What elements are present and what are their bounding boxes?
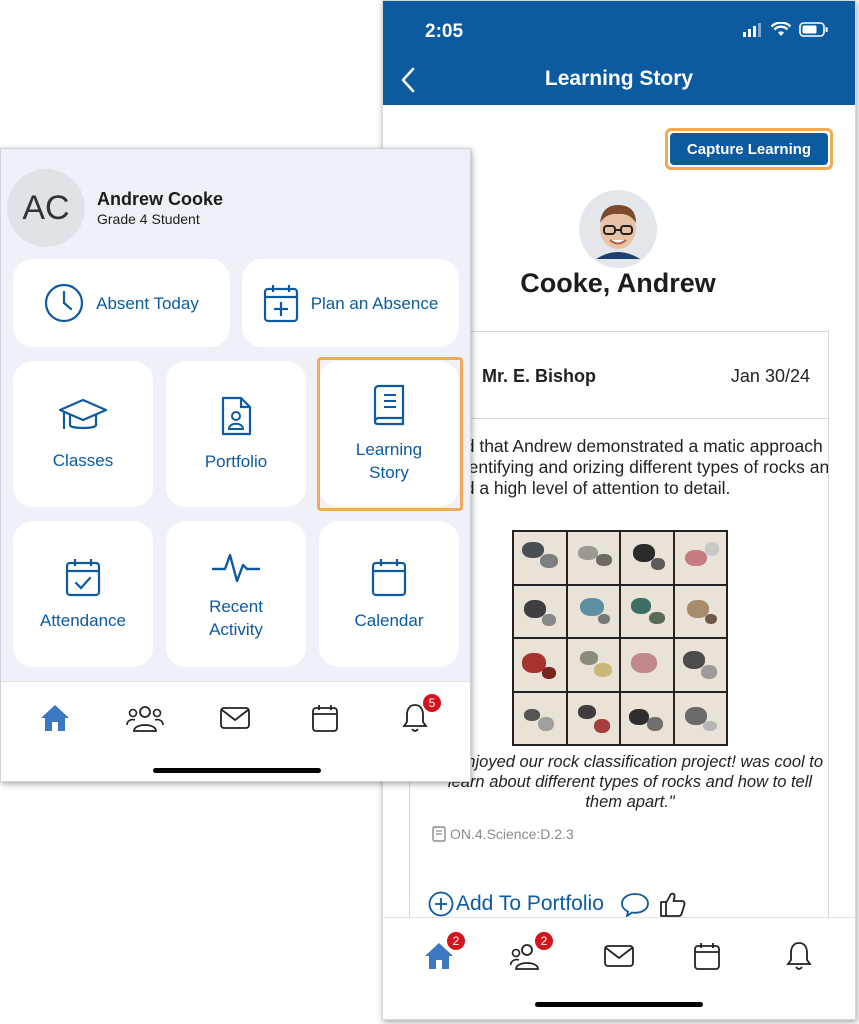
tab-bar: 2 2	[383, 917, 855, 1019]
status-time: 2:05	[425, 21, 464, 42]
student-photo-image	[596, 205, 640, 259]
calendar-icon	[312, 705, 338, 732]
comment-icon[interactable]	[620, 891, 650, 917]
photo-cell	[567, 639, 619, 691]
student-photo	[579, 190, 657, 268]
portfolio-tile[interactable]: Portfolio	[166, 361, 306, 507]
people-icon	[126, 706, 164, 732]
like-icon[interactable]	[658, 890, 688, 918]
photo-cell	[674, 692, 726, 744]
add-circle-icon	[428, 891, 454, 917]
tab-home[interactable]	[35, 698, 75, 738]
recent-activity-label-line2: Activity	[209, 620, 263, 639]
portfolio-label: Portfolio	[204, 451, 268, 471]
battery-icon	[799, 22, 828, 37]
nav-header: 2:05 Learning Story	[383, 1, 855, 105]
tab-people[interactable]: 2	[507, 930, 555, 976]
avatar: AC	[7, 169, 85, 247]
home-indicator	[153, 768, 321, 773]
photo-cell	[567, 692, 619, 744]
people-badge: 2	[533, 930, 555, 952]
add-to-portfolio-button[interactable]: Add To Portfolio	[428, 891, 604, 917]
learning-story-card: Mr. E. Bishop Jan 30/24 ed that Andrew d…	[409, 331, 829, 931]
tab-messages[interactable]	[599, 936, 639, 976]
document-person-icon	[221, 396, 252, 435]
recent-activity-label: Recent Activity	[209, 595, 263, 641]
photo-cell	[621, 692, 673, 744]
photo-cell	[567, 532, 619, 584]
photo-cell	[514, 585, 566, 637]
capture-learning-button[interactable]: Capture Learning	[665, 128, 833, 170]
student-home-screen: AC Andrew Cooke Grade 4 Student Absent T…	[0, 148, 471, 782]
add-to-portfolio-label: Add To Portfolio	[456, 892, 604, 915]
photo-cell	[621, 639, 673, 691]
recent-activity-label-line1: Recent	[209, 597, 263, 616]
tab-calendar[interactable]	[687, 936, 727, 976]
signal-icon	[743, 22, 761, 37]
profile-name: Andrew Cooke	[97, 189, 224, 209]
classes-tile[interactable]: Classes	[13, 361, 153, 507]
learning-story-label-line1: Learning	[355, 440, 423, 459]
home-badge: 2	[445, 930, 467, 952]
photo-cell	[514, 639, 566, 691]
notifications-badge: 5	[421, 692, 443, 714]
activity-pulse-icon	[211, 553, 261, 583]
graduation-cap-icon	[58, 398, 108, 429]
teacher-name: Mr. E. Bishop	[482, 366, 597, 386]
learning-story-label: Learning Story	[356, 438, 422, 484]
home-indicator	[535, 1002, 703, 1007]
tab-notifications[interactable]	[779, 936, 819, 976]
story-actions: Add To Portfolio	[428, 890, 688, 918]
calendar-icon	[371, 558, 407, 596]
calendar-label: Calendar	[354, 610, 424, 630]
status-icons	[743, 22, 829, 37]
plan-absence-tile[interactable]: Plan an Absence	[242, 259, 459, 347]
student-quote: lly enjoyed our rock classification proj…	[436, 753, 824, 811]
mail-icon	[604, 945, 634, 967]
tab-home[interactable]: 2	[419, 930, 467, 976]
book-icon	[373, 384, 405, 426]
wifi-icon	[771, 22, 791, 36]
learning-story-tile[interactable]: Learning Story	[319, 361, 459, 507]
photo-cell	[674, 639, 726, 691]
attendance-tile[interactable]: Attendance	[13, 521, 153, 667]
absent-today-label: Absent Today	[96, 293, 199, 313]
clock-icon	[45, 283, 84, 323]
page-title: Learning Story	[544, 67, 694, 90]
tab-bar: 5	[1, 681, 470, 781]
tab-messages[interactable]	[215, 698, 255, 738]
tab-calendar[interactable]	[305, 698, 345, 738]
tab-notifications[interactable]: 5	[395, 692, 443, 738]
book-icon	[432, 826, 446, 842]
tab-people[interactable]	[125, 698, 165, 738]
plan-absence-label: Plan an Absence	[310, 293, 439, 313]
bell-icon	[786, 942, 812, 970]
divider	[410, 418, 828, 419]
curriculum-tag: ON.4.Science:D.2.3	[432, 826, 574, 842]
learning-story-label-line2: Story	[369, 463, 409, 482]
photo-cell	[514, 532, 566, 584]
calendar-check-icon	[65, 558, 101, 596]
calendar-plus-icon	[263, 285, 298, 323]
classes-label: Classes	[52, 450, 114, 470]
story-date: Jan 30/24	[730, 366, 810, 386]
calendar-tile[interactable]: Calendar	[319, 521, 459, 667]
photo-cell	[621, 585, 673, 637]
curriculum-tag-label: ON.4.Science:D.2.3	[450, 826, 574, 842]
photo-cell	[674, 532, 726, 584]
absent-today-tile[interactable]: Absent Today	[13, 259, 230, 347]
photo-cell	[514, 692, 566, 744]
rock-classification-photo[interactable]	[512, 530, 728, 746]
attendance-label: Attendance	[39, 610, 126, 630]
calendar-icon	[694, 943, 720, 970]
photo-cell	[674, 585, 726, 637]
photo-cell	[621, 532, 673, 584]
home-icon	[41, 705, 69, 731]
profile-role: Grade 4 Student	[97, 211, 200, 227]
photo-cell	[567, 585, 619, 637]
recent-activity-tile[interactable]: Recent Activity	[166, 521, 306, 667]
story-description: ed that Andrew demonstrated a matic appr…	[455, 436, 829, 498]
capture-learning-label: Capture Learning	[670, 133, 828, 165]
mail-icon	[220, 707, 250, 729]
